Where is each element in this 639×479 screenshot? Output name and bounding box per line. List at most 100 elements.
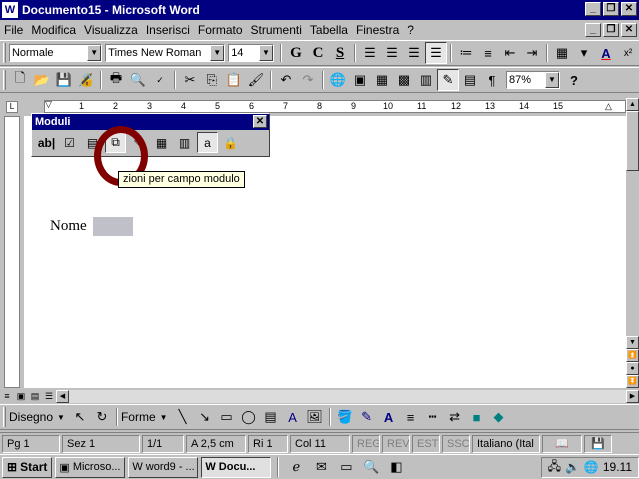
scroll-thumb[interactable] [626, 111, 639, 171]
tray-network-icon[interactable]: 🖧 [548, 457, 561, 478]
doc-restore-button[interactable]: ❐ [603, 23, 619, 37]
select-objects-icon[interactable]: ↖ [69, 406, 91, 428]
protect-form-button[interactable]: 🔒 [220, 132, 241, 153]
menu-help[interactable]: ? [403, 23, 418, 37]
doc-minimize-button[interactable]: _ [585, 23, 601, 37]
paste-icon[interactable]: 📋 [223, 69, 245, 91]
line-color-icon[interactable]: ✎ [356, 406, 378, 428]
status-language[interactable]: Italiano (Ital [472, 434, 540, 453]
minimize-button[interactable]: _ [585, 2, 601, 16]
next-page-icon[interactable]: ⏬ [626, 375, 639, 388]
copy-icon[interactable]: ⎘ [201, 69, 223, 91]
menu-strumenti[interactable]: Strumenti [247, 23, 306, 37]
permission-icon[interactable]: 🔏 [75, 69, 97, 91]
print-preview-icon[interactable]: 🔍 [127, 69, 149, 91]
3d-icon[interactable]: ◆ [488, 406, 510, 428]
spellcheck-icon[interactable]: ✓ [149, 69, 171, 91]
justify-icon[interactable]: ☰ [425, 42, 447, 64]
doc-close-button[interactable]: ✕ [621, 23, 637, 37]
tray-globe-icon[interactable]: 🌐 [584, 460, 599, 474]
status-rev[interactable]: REV [382, 434, 410, 453]
vertical-ruler[interactable] [4, 116, 20, 388]
rectangle-icon[interactable]: ▭ [216, 406, 238, 428]
border-icon[interactable]: ▦ [551, 42, 573, 64]
browse-object-icon[interactable]: ● [626, 362, 639, 375]
menu-tabella[interactable]: Tabella [306, 23, 352, 37]
highlight-icon[interactable]: ▾ [573, 42, 595, 64]
italic-button[interactable]: C [307, 42, 329, 64]
scroll-up-icon[interactable]: ▲ [626, 98, 639, 111]
scroll-down-icon[interactable]: ▼ [626, 336, 639, 349]
text-field-button[interactable]: ab| [36, 132, 57, 153]
previous-page-icon[interactable]: ⏫ [626, 349, 639, 362]
chevron-down-icon[interactable]: ▼ [259, 45, 273, 61]
insert-frame-button[interactable]: ▥ [174, 132, 195, 153]
document-map-icon[interactable]: ▤ [459, 69, 481, 91]
text-form-field[interactable] [93, 217, 133, 236]
tray-volume-icon[interactable]: 🔊 [565, 460, 580, 474]
field-shading-button[interactable]: a [197, 132, 218, 153]
chevron-down-icon[interactable]: ▼ [545, 72, 559, 88]
font-select[interactable]: Times New Roman ▼ [105, 44, 226, 62]
scroll-track[interactable] [69, 389, 626, 403]
menu-finestra[interactable]: Finestra [352, 23, 403, 37]
right-indent-icon[interactable]: △ [605, 101, 612, 112]
zoom-select[interactable]: 87% ▼ [506, 71, 560, 89]
line-icon[interactable]: ╲ [172, 406, 194, 428]
style-select[interactable]: Normale ▼ [8, 44, 103, 62]
vertical-scrollbar[interactable]: ▲ ▼ ⏫ ● ⏬ [626, 98, 639, 388]
shadow-icon[interactable]: ■ [466, 406, 488, 428]
web-view-icon[interactable]: ▣ [14, 389, 28, 403]
normal-view-icon[interactable]: ≡ [0, 389, 14, 403]
fill-color-icon[interactable]: 🪣 [334, 406, 356, 428]
cut-icon[interactable]: ✂ [179, 69, 201, 91]
task-word9[interactable]: W word9 - ... [128, 456, 199, 478]
bold-button[interactable]: G [285, 42, 307, 64]
menu-file[interactable]: File [0, 23, 27, 37]
checkbox-field-button[interactable]: ☑ [59, 132, 80, 153]
scroll-right-icon[interactable]: ▶ [626, 389, 639, 403]
dash-style-icon[interactable]: ┅ [422, 406, 444, 428]
new-document-icon[interactable]: 🗋 [9, 69, 31, 91]
wordart-icon[interactable]: A [282, 406, 304, 428]
hyperlink-icon[interactable]: 🌐 [327, 69, 349, 91]
search-icon[interactable]: 🔍 [360, 456, 382, 478]
close-icon[interactable]: ✕ [253, 115, 267, 128]
oval-icon[interactable]: ◯ [238, 406, 260, 428]
ruler-strip[interactable]: ▽ 1 2 3 4 5 6 7 8 9 10 11 12 13 14 15 △ [44, 99, 626, 113]
forme-menu[interactable]: Forme [121, 410, 156, 424]
ie-icon[interactable]: ℯ [285, 456, 307, 478]
print-icon[interactable]: 🖶 [105, 69, 127, 91]
bullet-list-icon[interactable]: ≡ [477, 42, 499, 64]
outline-view-icon[interactable]: ☰ [42, 389, 56, 403]
align-left-icon[interactable]: ☰ [359, 42, 381, 64]
word-app-icon[interactable]: W [2, 2, 18, 18]
spelling-status-icon[interactable]: 📖 [542, 434, 582, 453]
open-folder-icon[interactable]: 📂 [31, 69, 53, 91]
task-microsoft[interactable]: ▣ Microso... [55, 456, 126, 478]
undo-icon[interactable]: ↶ [275, 69, 297, 91]
font-color-icon[interactable]: A [378, 406, 400, 428]
outlook-icon[interactable]: ✉ [310, 456, 332, 478]
toolbar-grip[interactable] [3, 43, 6, 63]
status-est[interactable]: EST [412, 434, 440, 453]
start-button[interactable]: ⊞ Start [2, 456, 53, 478]
rotate-icon[interactable]: ↻ [91, 406, 113, 428]
desktop-icon[interactable]: ▭ [335, 456, 357, 478]
restore-button[interactable]: ❐ [603, 2, 619, 16]
redo-icon[interactable]: ↷ [297, 69, 319, 91]
print-layout-icon[interactable]: ▤ [28, 389, 42, 403]
align-right-icon[interactable]: ☰ [403, 42, 425, 64]
arrow-icon[interactable]: ↘ [194, 406, 216, 428]
disegno-menu[interactable]: Disegno [9, 410, 53, 424]
toolbar-grip[interactable] [3, 70, 6, 90]
numbered-list-icon[interactable]: ≔ [455, 42, 477, 64]
columns-icon[interactable]: ▥ [415, 69, 437, 91]
chevron-down-icon[interactable]: ▼ [210, 45, 225, 61]
menu-formato[interactable]: Formato [194, 23, 247, 37]
status-reg[interactable]: REG [352, 434, 380, 453]
increase-indent-icon[interactable]: ⇥ [521, 42, 543, 64]
clock[interactable]: 19.11 [603, 460, 632, 474]
menu-modifica[interactable]: Modifica [27, 23, 80, 37]
menu-visualizza[interactable]: Visualizza [80, 23, 142, 37]
